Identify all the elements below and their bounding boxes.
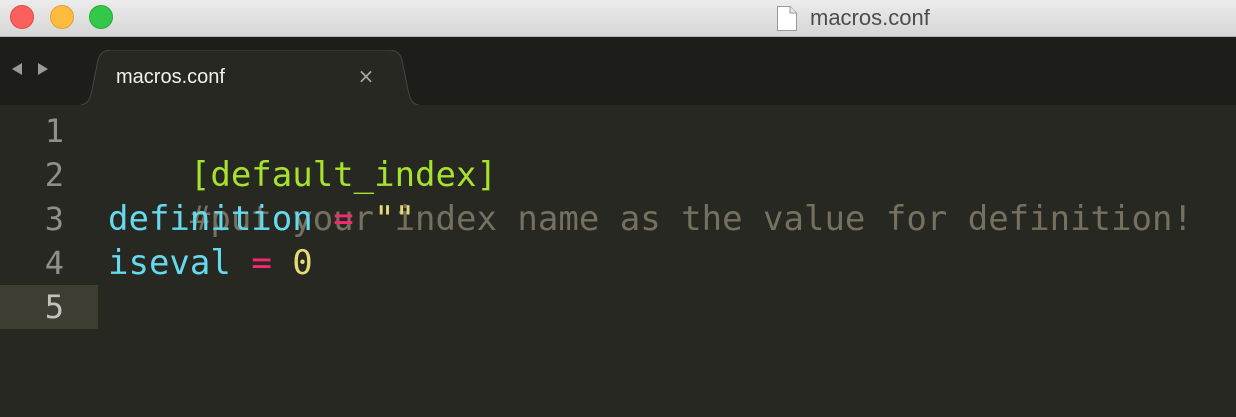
- code-line-1[interactable]: [default_index]: [108, 109, 497, 195]
- line-number: 4: [44, 244, 64, 282]
- forward-arrow-icon[interactable]: [35, 61, 51, 77]
- code-line-4[interactable]: iseval = 0: [108, 241, 313, 285]
- code-line-3[interactable]: definition = "": [108, 197, 415, 241]
- config-key: definition: [108, 199, 313, 239]
- close-icon[interactable]: ×: [354, 64, 378, 88]
- minimize-window-button[interactable]: [50, 5, 74, 29]
- config-key: iseval: [108, 243, 231, 283]
- config-value: "": [374, 199, 416, 239]
- title-bar: macros.conf: [0, 0, 1236, 37]
- tab-macros-conf[interactable]: macros.conf ×: [74, 50, 426, 106]
- assignment-operator: =: [333, 199, 354, 239]
- window-title: macros.conf: [776, 4, 930, 32]
- assignment-operator: =: [251, 243, 272, 283]
- code-line-2[interactable]: #put your index name as the value for de…: [108, 153, 1193, 239]
- tab-label: macros.conf: [116, 66, 225, 88]
- line-number: 1: [44, 112, 64, 150]
- line-number: 3: [44, 200, 64, 238]
- code-line-5[interactable]: [108, 285, 190, 329]
- document-icon: [777, 5, 797, 31]
- editor-area[interactable]: 1 2 3 4 5 [default_index] #put your inde…: [0, 105, 1236, 408]
- line-number: 2: [44, 156, 64, 194]
- tab-navigation: [9, 61, 51, 77]
- config-value: 0: [292, 243, 313, 283]
- current-line-number: 5: [0, 285, 98, 329]
- zoom-window-button[interactable]: [89, 5, 113, 29]
- tab-bar: macros.conf ×: [0, 37, 1236, 106]
- window-title-text: macros.conf: [810, 5, 930, 30]
- close-window-button[interactable]: [10, 5, 34, 29]
- back-arrow-icon[interactable]: [9, 61, 25, 77]
- line-number-gutter: 1 2 3 4 5: [0, 105, 98, 408]
